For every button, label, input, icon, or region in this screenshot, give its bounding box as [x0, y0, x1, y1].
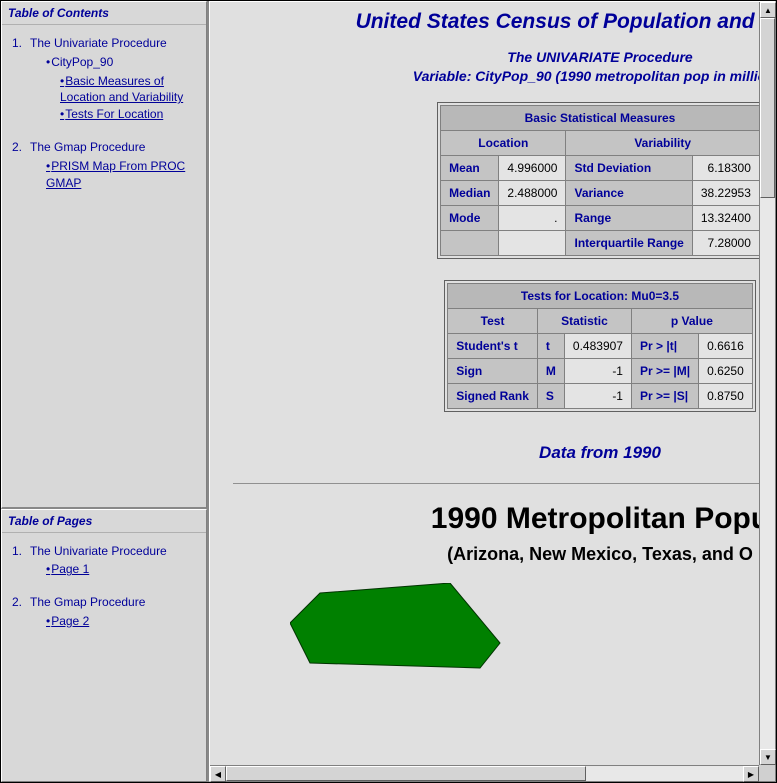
scroll-right-button[interactable]: ▶	[743, 766, 759, 782]
tests-location-table: Tests for Location: Mu0=3.5 Test Statist…	[444, 280, 756, 412]
vertical-scroll-thumb[interactable]	[760, 18, 775, 198]
pages-item-2: 2. The Gmap Procedure Page 2	[8, 594, 200, 630]
main-panel: United States Census of Population and H…	[209, 1, 776, 782]
toc-item-gmap: 2. The Gmap Procedure PRISM Map From PRO…	[8, 139, 200, 191]
toc-link-basic-measures[interactable]: Basic Measures of Location and Variabili…	[60, 74, 183, 105]
map-shape-green	[290, 583, 520, 673]
table-row: Mean 4.996000 Std Deviation 6.18300	[441, 155, 759, 180]
map-title: 1990 Metropolitan Popu	[210, 502, 759, 536]
map-subtitle: (Arizona, New Mexico, Texas, and O	[210, 544, 759, 565]
toc-sub-citypop: CityPop_90 Basic Measures of Location an…	[46, 54, 200, 123]
pages-item-1: 1. The Univariate Procedure Page 1	[8, 543, 200, 579]
pages-title: Table of Pages	[2, 510, 206, 533]
page-subtitle: The UNIVARIATE Procedure Variable: CityP…	[210, 48, 759, 86]
table-row: Sign M -1 Pr >= |M| 0.6250	[448, 358, 753, 383]
toc-link-tests-location[interactable]: Tests For Location	[60, 107, 163, 121]
scroll-up-button[interactable]: ▲	[760, 2, 776, 18]
pages-link-page-1[interactable]: Page 1	[46, 562, 89, 576]
table-row: Student's t t 0.483907 Pr > |t| 0.6616	[448, 333, 753, 358]
pages-link-page-2[interactable]: Page 2	[46, 614, 89, 628]
data-from-label: Data from 1990	[210, 443, 759, 463]
main-scroll[interactable]: United States Census of Population and H…	[210, 2, 759, 689]
page-title: United States Census of Population and H…	[210, 10, 759, 34]
table-row: Mode . Range 13.32400	[441, 205, 759, 230]
toc-link-prism-map[interactable]: PRISM Map From PROC GMAP	[46, 159, 185, 190]
table-row: Signed Rank S -1 Pr >= |S| 0.8750	[448, 383, 753, 408]
toc-label-univariate[interactable]: The Univariate Procedure	[30, 36, 167, 50]
basic-measures-table: Basic Statistical Measures Location Vari…	[437, 102, 759, 259]
sidebar: Table of Contents 1. The Univariate Proc…	[1, 1, 209, 782]
horizontal-scroll-thumb[interactable]	[226, 766, 586, 781]
toc-item-univariate: 1. The Univariate Procedure CityPop_90 B…	[8, 35, 200, 123]
horizontal-scroll-track[interactable]	[226, 766, 743, 781]
pages-body: 1. The Univariate Procedure Page 1 2. Th…	[2, 533, 206, 652]
toc-body: 1. The Univariate Procedure CityPop_90 B…	[2, 25, 206, 213]
pages-panel: Table of Pages 1. The Univariate Procedu…	[1, 509, 207, 782]
table-row: Interquartile Range 7.28000	[441, 230, 759, 255]
scroll-left-button[interactable]: ◀	[210, 766, 226, 782]
toc-label-gmap[interactable]: The Gmap Procedure	[30, 140, 145, 154]
horizontal-scrollbar[interactable]: ◀ ▶	[210, 765, 759, 781]
toc-panel: Table of Contents 1. The Univariate Proc…	[1, 1, 207, 509]
table-row: Median 2.488000 Variance 38.22953	[441, 180, 759, 205]
map-graphic	[250, 583, 759, 683]
section-divider	[233, 483, 759, 484]
toc-title: Table of Contents	[2, 2, 206, 25]
vertical-scrollbar[interactable]: ▲ ▼	[759, 2, 775, 765]
scrollbar-corner	[759, 765, 775, 781]
scroll-down-button[interactable]: ▼	[760, 749, 776, 765]
vertical-scroll-track[interactable]	[760, 18, 775, 749]
